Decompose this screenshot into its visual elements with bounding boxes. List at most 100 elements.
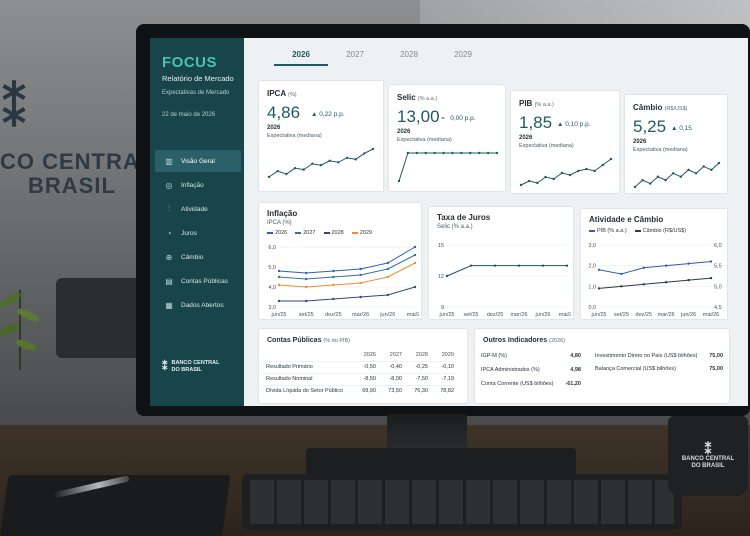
x-tick-label: mar/26 (510, 312, 527, 318)
kpi-card-cambio[interactable]: Câmbio (R$/US$) 5,25 ▲ 0,15 2026 Expecta… (624, 94, 728, 194)
sparkline-point (451, 151, 454, 155)
y-tick-label: 12 (438, 274, 444, 280)
y2-tick-label: 5,0 (714, 284, 722, 290)
chart-legend: 2026 2027 2028 2029 (267, 230, 372, 236)
sidebar-item-cambio[interactable]: ⊕ Câmbio (155, 246, 241, 268)
data-point (413, 253, 417, 257)
brand-title: FOCUS (162, 54, 217, 71)
kpi-sparkline (267, 147, 375, 179)
kpi-value: 4,86 (267, 103, 301, 122)
mug: ⁑ BANCO CENTRAL DO BRASIL (668, 416, 748, 496)
keyboard (242, 474, 682, 530)
chart-subtitle: IPCA (%) (267, 220, 292, 226)
kpi-change: ▲ 0,22 p.p. (311, 111, 345, 118)
sparkline-point (601, 163, 605, 167)
x-tick-label: set/25 (464, 312, 479, 318)
report-description: Expectativas de Mercado (162, 90, 230, 96)
report-title: Relatório de Mercado (162, 74, 234, 83)
data-point (332, 275, 335, 279)
data-point (445, 274, 449, 278)
sparkline-point (397, 179, 401, 183)
kpi-change: ▲ 0,15 (671, 125, 692, 132)
kpi-card-ipca[interactable]: IPCA (%) 4,86 ▲ 0,22 p.p. 2026 Expectati… (258, 80, 384, 192)
y-tick-label: 4,0 (268, 285, 276, 291)
kpi-year: 2026 (519, 135, 533, 141)
sidebar-item-juros[interactable]: ◔ Juros (155, 222, 241, 244)
sparkline-point (371, 147, 375, 151)
kpi-title: IPCA (%) (267, 89, 297, 98)
tab-2027[interactable]: 2027 (328, 46, 382, 66)
sidebar-item-label: Contas Públicas (181, 277, 228, 285)
x-tick-label: mai/26 (703, 312, 720, 318)
kpi-title: Câmbio (R$/US$) (633, 103, 688, 112)
sidebar-item-dados-abertos[interactable]: ▦ Dados Abertos (155, 294, 241, 316)
data-point (386, 275, 389, 279)
wall-sign: CO CENTRAL BRASIL (0, 150, 154, 198)
sidebar-item-inflacao[interactable]: ◎ Inflação (155, 174, 241, 196)
data-point (413, 285, 417, 289)
kpi-title: Selic (% a.a.) (397, 93, 438, 102)
data-point (565, 264, 569, 267)
sparkline-point (477, 151, 481, 155)
kpi-year: 2026 (397, 129, 411, 135)
indicator-value: 75,00 (709, 353, 723, 359)
sparkline-path (268, 148, 374, 178)
sparkline-point (671, 172, 675, 175)
wall-logo-icon: ⁑ (2, 84, 26, 137)
indicator-value: 75,00 (709, 366, 723, 372)
data-point (709, 276, 713, 280)
sparkline-point (593, 169, 596, 173)
activity-line-chart: 3,0 2,0 1,0 0,0 6,0 5,5 5,0 4,5 jun/25 set/25 dez/… (588, 243, 722, 318)
arrow-up-icon: ▲ (671, 125, 678, 132)
y-tick-label: 2,0 (588, 264, 596, 270)
column-header: 2028 (415, 351, 428, 358)
data-point (277, 283, 281, 287)
table-header: 2026 2027 2028 2029 (263, 349, 457, 361)
table-title: Contas Públicas (% do PIB) (267, 337, 351, 344)
y-tick-label: 5,0 (268, 265, 276, 271)
ledger-icon: ▤ (165, 276, 173, 286)
bank-logo-icon: ⁑ (704, 441, 712, 457)
mug-logo-line2: DO BRASIL (691, 463, 725, 469)
x-tick-label: mai/26 (559, 312, 571, 318)
data-point (709, 260, 713, 263)
sidebar-item-visao-geral[interactable]: ▥ Visão Geral (155, 150, 241, 172)
sidebar-item-atividade[interactable]: ⫶ Atividade (155, 198, 241, 220)
table-row: Resultado Nominal -8,50 -8,00 -7,50 -7,1… (263, 372, 457, 385)
indicator-label: IPCA Administrados (%) (481, 367, 540, 373)
sparkline-point (577, 169, 580, 173)
series-line (278, 262, 416, 288)
indicator-value: 4,80 (570, 353, 581, 359)
sparkline-point (406, 151, 410, 155)
sparkline-point (544, 175, 547, 179)
data-point (642, 266, 645, 269)
sidebar-item-contas-publicas[interactable]: ▤ Contas Públicas (155, 270, 241, 292)
inflation-line-chart: 6,0 5,0 4,0 3,0jun/25 set/25 dez/25 mar/26 jun/… (268, 245, 419, 318)
series-line (278, 246, 416, 274)
sparkline-point (687, 168, 690, 172)
data-point (386, 293, 389, 297)
tab-2028[interactable]: 2028 (382, 46, 436, 66)
sparkline-point (460, 151, 463, 155)
sparkline-point (433, 151, 436, 155)
inflation-chart-card[interactable]: Inflação IPCA (%) 2026 2027 2028 2029 6,… (258, 202, 422, 320)
sparkline-point (568, 173, 572, 177)
rates-line-chart: 15 12 9jun/25 set/25 dez/25 mar/26 jun/26 mai/2… (438, 243, 571, 318)
data-point (359, 295, 362, 299)
kpi-year: 2026 (267, 125, 281, 131)
sparkline-point (664, 178, 667, 182)
kpi-card-selic[interactable]: Selic (% a.a.) 13,00 = 0,00 p.p. 2026 Ex… (388, 84, 506, 192)
sparkline-point (442, 151, 445, 155)
indicator-value: 4,98 (570, 367, 581, 373)
x-tick-label: mai/26 (407, 312, 419, 318)
kpi-change: ▲ 0,10 p.p. (557, 121, 591, 128)
rates-chart-card[interactable]: Taxa de Juros Selic (% a.a.) 15 12 9 jun/25… (428, 206, 574, 320)
y2-tick-label: 4,5 (714, 305, 722, 311)
x-tick-label: jun/26 (379, 312, 395, 318)
activity-chart-card[interactable]: Atividade e Câmbio PIB (% a.a.) Câmbio (… (580, 208, 728, 320)
kpi-card-pib[interactable]: PIB (% a.a.) 1,85 ▲ 0,10 p.p. 2026 Expec… (510, 90, 620, 194)
x-tick-label: jun/25 (271, 312, 287, 318)
data-point (493, 264, 497, 267)
tab-2029[interactable]: 2029 (436, 46, 490, 66)
tab-2026[interactable]: 2026 (274, 46, 328, 66)
